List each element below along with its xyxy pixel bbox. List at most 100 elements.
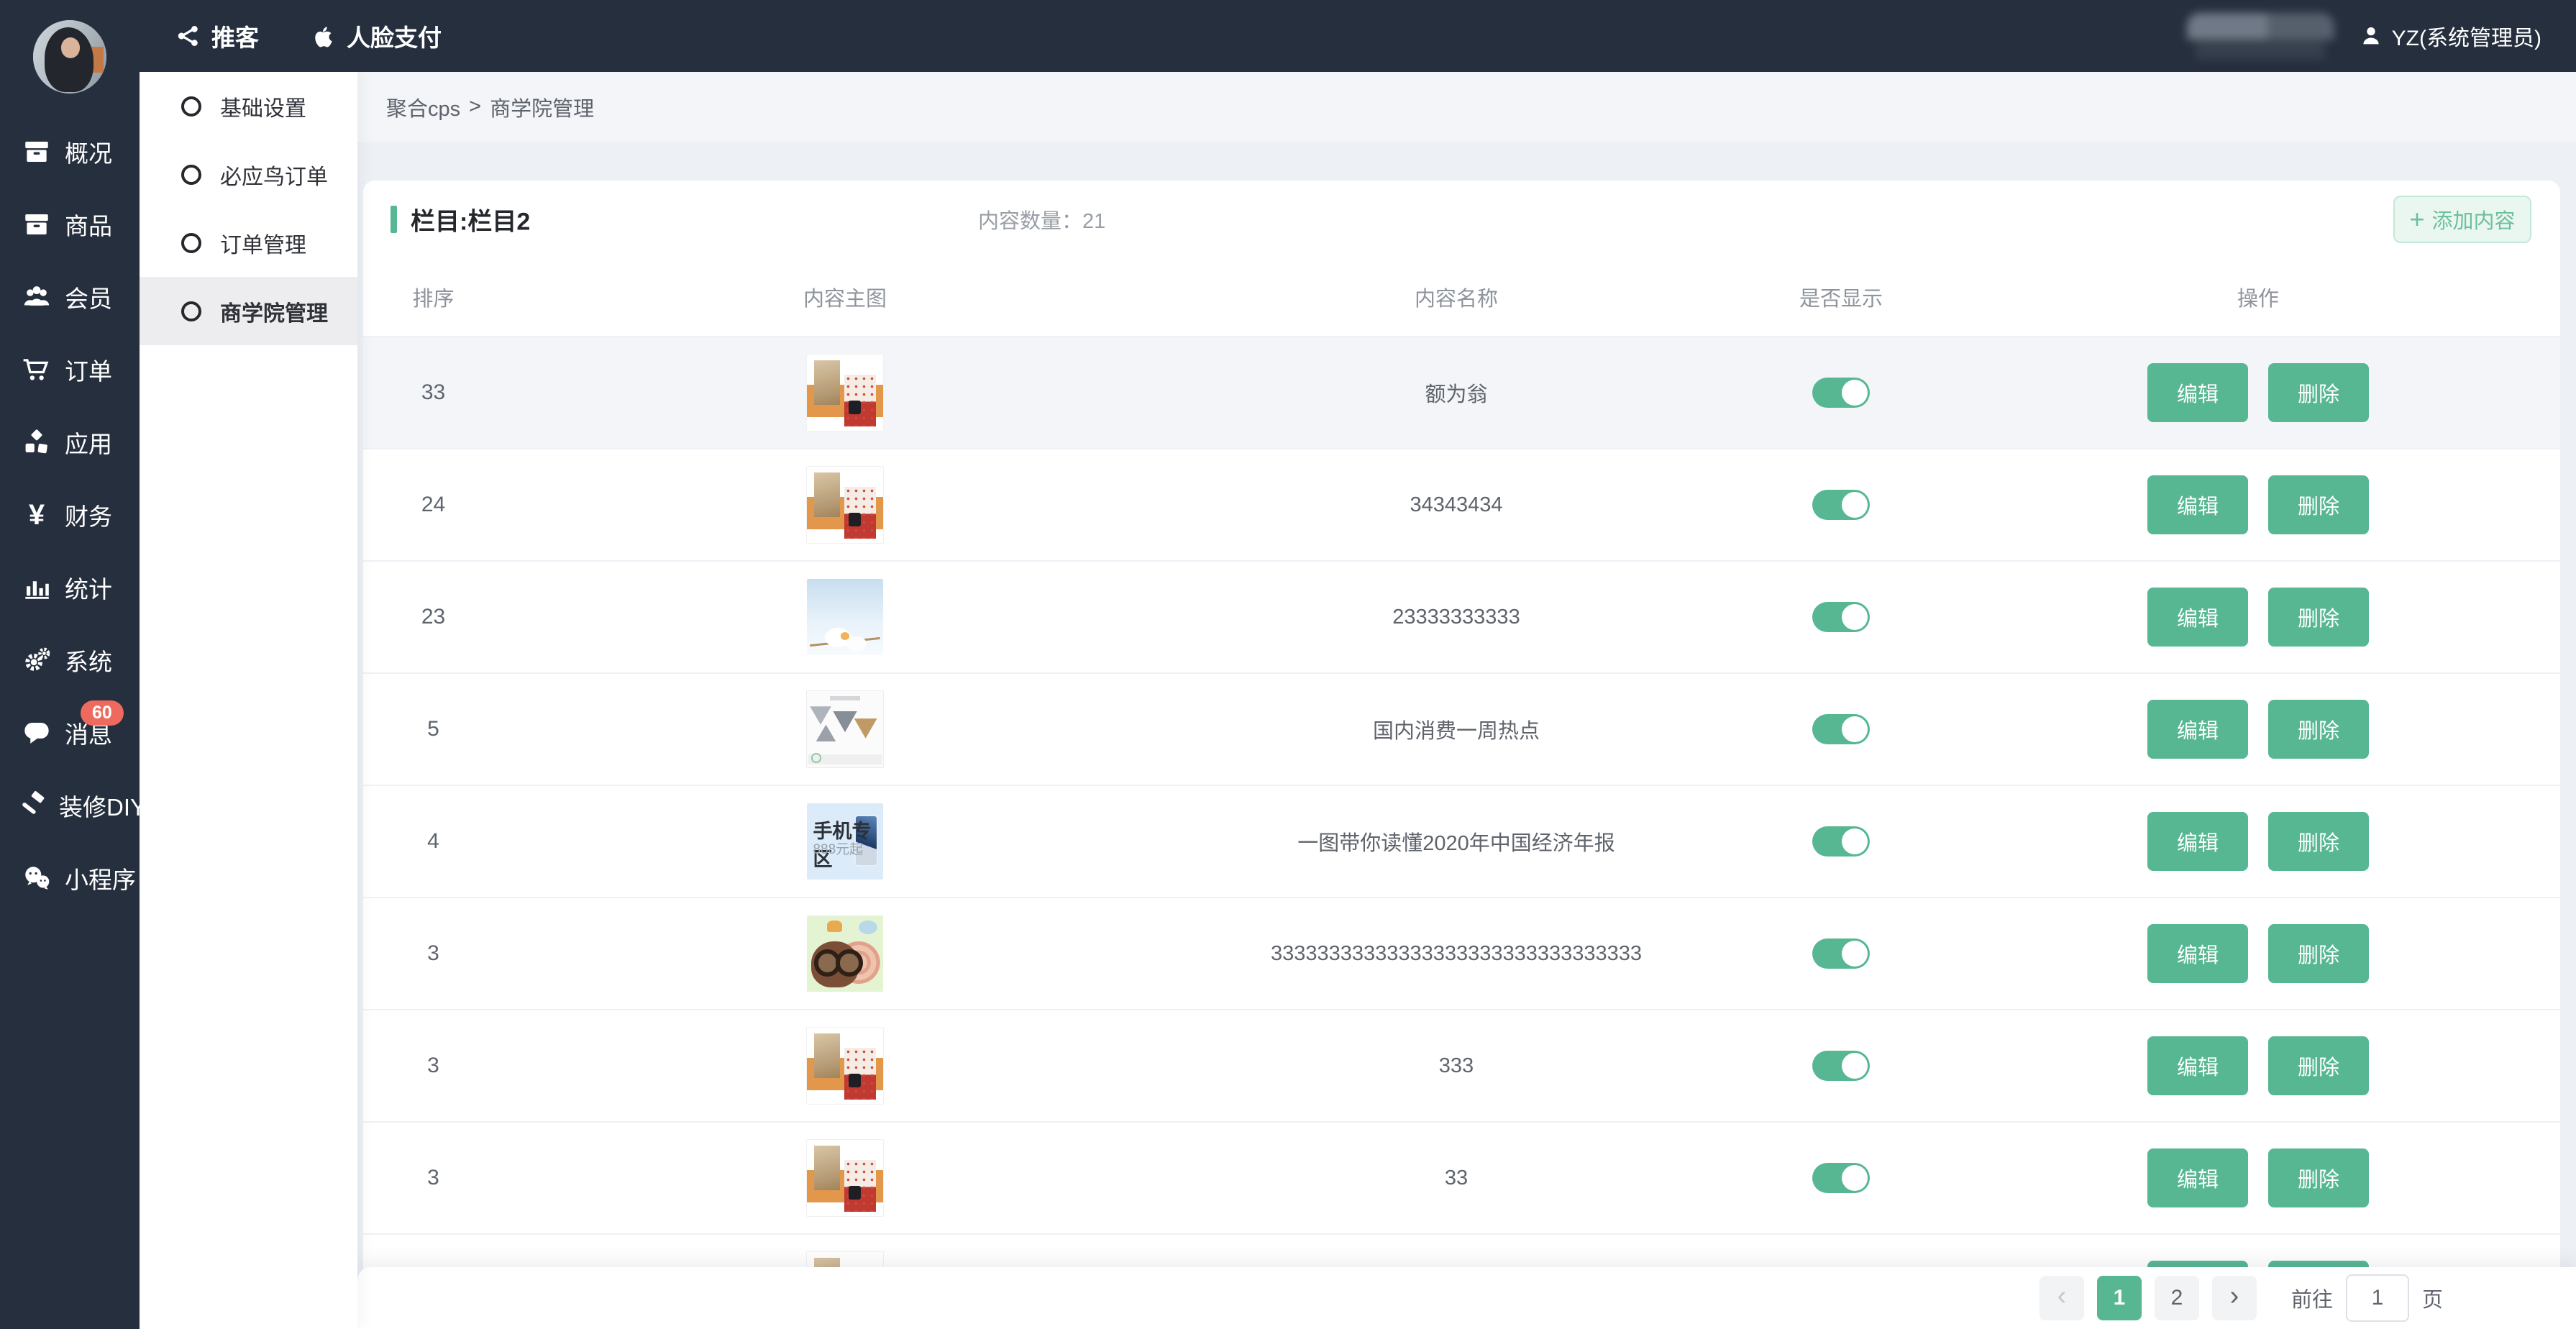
- delete-button[interactable]: 删除: [2268, 1148, 2369, 1207]
- sidebar-item-statistics[interactable]: 统计: [0, 551, 140, 624]
- name-cell: 34343434: [1187, 493, 1726, 517]
- table-header: 排序内容主图内容名称是否显示操作: [363, 258, 2560, 337]
- sidebar-item-label: 应用: [65, 425, 112, 460]
- apple-icon: [311, 23, 337, 49]
- account-menu[interactable]: YZ(系统管理员): [2359, 20, 2541, 52]
- thumbnail-sub-text: 888元起: [813, 839, 863, 858]
- thumbnail-cell: [503, 466, 1187, 544]
- sidebar-item-label: 商品: [65, 207, 112, 242]
- submenu-item-order-management[interactable]: 订单管理: [140, 209, 357, 277]
- submenu-item-bird-orders[interactable]: 必应鸟订单: [140, 140, 357, 209]
- goto-label: 前往: [2291, 1283, 2333, 1313]
- content-card: 栏目:栏目2 内容数量：21 + 添加内容 排序内容主图内容名称是否显示操作 3…: [363, 181, 2560, 1329]
- table-row: 3333编辑删除: [363, 1010, 2560, 1123]
- submenu-item-basic-settings[interactable]: 基础设置: [140, 72, 357, 140]
- share-icon: [175, 23, 201, 49]
- sidebar-item-apps[interactable]: 应用: [0, 406, 140, 478]
- visibility-toggle[interactable]: [1812, 1163, 1870, 1193]
- edit-button[interactable]: 编辑: [2147, 1148, 2248, 1207]
- sidebar-item-orders[interactable]: 订单: [0, 333, 140, 406]
- table-row: 333编辑删除: [363, 1123, 2560, 1235]
- delete-button[interactable]: 删除: [2268, 588, 2369, 647]
- sidebar-item-decorate-diy[interactable]: 装修DIY: [0, 769, 140, 841]
- sidebar-item-finance[interactable]: ¥财务: [0, 478, 140, 551]
- topbar-item-promoter[interactable]: 推客: [175, 19, 259, 53]
- edit-button[interactable]: 编辑: [2147, 812, 2248, 871]
- table-row: 23 23333333333 编辑删除: [363, 562, 2560, 674]
- visibility-cell: [1726, 826, 1956, 857]
- visibility-cell: [1726, 938, 1956, 969]
- sort-value: 23: [421, 605, 445, 629]
- visibility-toggle[interactable]: [1812, 378, 1870, 408]
- visibility-cell: [1726, 490, 1956, 520]
- toggle-knob: [1842, 941, 1868, 967]
- table-body: 33额为翁编辑删除2434343434编辑删除2323333333333编辑删除…: [363, 337, 2560, 1329]
- add-content-button[interactable]: + 添加内容: [2393, 196, 2531, 243]
- visibility-toggle[interactable]: [1812, 714, 1870, 744]
- content-name: 34343434: [1410, 493, 1502, 517]
- sidebar-item-mini-program[interactable]: 小程序: [0, 841, 140, 914]
- sidebar-item-goods[interactable]: 商品: [0, 188, 140, 260]
- topbar-item-label: 推客: [211, 19, 259, 53]
- content-count-value: 21: [1082, 210, 1105, 233]
- visibility-toggle[interactable]: [1812, 602, 1870, 632]
- sort-value: 3: [427, 941, 439, 966]
- sidebar-item-overview[interactable]: 概况: [0, 115, 140, 188]
- edit-button[interactable]: 编辑: [2147, 1036, 2248, 1095]
- visibility-cell: [1726, 1051, 1956, 1081]
- visibility-toggle[interactable]: [1812, 1051, 1870, 1081]
- topbar-item-face-pay[interactable]: 人脸支付: [311, 19, 442, 53]
- pagination-prev-button[interactable]: ‹: [2040, 1276, 2084, 1320]
- table-row: 333333333333333333333333333333333编辑删除: [363, 898, 2560, 1010]
- avatar[interactable]: [33, 20, 106, 93]
- sidebar-item-label: 小程序: [65, 861, 136, 895]
- chart-bars-icon: [19, 572, 55, 603]
- pagination-next-button[interactable]: ›: [2212, 1276, 2257, 1320]
- gears-icon: [19, 645, 55, 675]
- toggle-knob: [1842, 716, 1868, 742]
- circle-icon: [181, 301, 201, 321]
- sidebar-item-members[interactable]: 会员: [0, 260, 140, 333]
- archive-box-icon: [19, 209, 55, 239]
- sidebar-item-messages[interactable]: 消息60: [0, 696, 140, 769]
- submenu-item-label: 必应鸟订单: [220, 159, 328, 191]
- name-cell: 额为翁: [1187, 378, 1726, 408]
- pagination-page-1[interactable]: 1: [2097, 1276, 2142, 1320]
- goto-page: 前往 页: [2291, 1274, 2443, 1322]
- delete-button[interactable]: 删除: [2268, 924, 2369, 983]
- submenu-item-business-school[interactable]: 商学院管理: [140, 277, 357, 345]
- chat-icon: [19, 718, 55, 748]
- sidebar-item-label: 订单: [65, 352, 112, 387]
- table-row: 33额为翁编辑删除: [363, 337, 2560, 449]
- thumbnail-cell: [503, 1027, 1187, 1105]
- thumbnail-cell: [503, 1139, 1187, 1217]
- edit-button[interactable]: 编辑: [2147, 700, 2248, 759]
- delete-button[interactable]: 删除: [2268, 475, 2369, 534]
- page-input[interactable]: [2346, 1274, 2409, 1322]
- edit-button[interactable]: 编辑: [2147, 475, 2248, 534]
- edit-button[interactable]: 编辑: [2147, 924, 2248, 983]
- visibility-cell: [1726, 378, 1956, 408]
- content-name: 一图带你读懂2020年中国经济年报: [1297, 826, 1615, 857]
- visibility-toggle[interactable]: [1812, 490, 1870, 520]
- delete-button[interactable]: 删除: [2268, 363, 2369, 422]
- account-name: YZ(系统管理员): [2392, 20, 2541, 52]
- visibility-cell: [1726, 602, 1956, 632]
- users-icon: [19, 282, 55, 312]
- sidebar-nav: 概况商品会员订单应用 ¥财务统计系统消息60装修DIY 小程序: [0, 115, 140, 914]
- visibility-toggle[interactable]: [1812, 826, 1870, 857]
- breadcrumb-root[interactable]: 聚合cps: [386, 92, 460, 122]
- edit-button[interactable]: 编辑: [2147, 588, 2248, 647]
- delete-button[interactable]: 删除: [2268, 700, 2369, 759]
- actions-cell: 编辑删除: [1956, 1036, 2560, 1095]
- delete-button[interactable]: 删除: [2268, 812, 2369, 871]
- breadcrumb: 聚合cps > 商学院管理: [357, 72, 2576, 142]
- edit-button[interactable]: 编辑: [2147, 363, 2248, 422]
- content-thumbnail: [806, 1027, 884, 1105]
- delete-button[interactable]: 删除: [2268, 1036, 2369, 1095]
- pagination-page-2[interactable]: 2: [2155, 1276, 2199, 1320]
- sidebar-item-system[interactable]: 系统: [0, 624, 140, 696]
- column-header-0: 排序: [363, 282, 503, 312]
- name-cell: 23333333333: [1187, 606, 1726, 629]
- visibility-toggle[interactable]: [1812, 938, 1870, 969]
